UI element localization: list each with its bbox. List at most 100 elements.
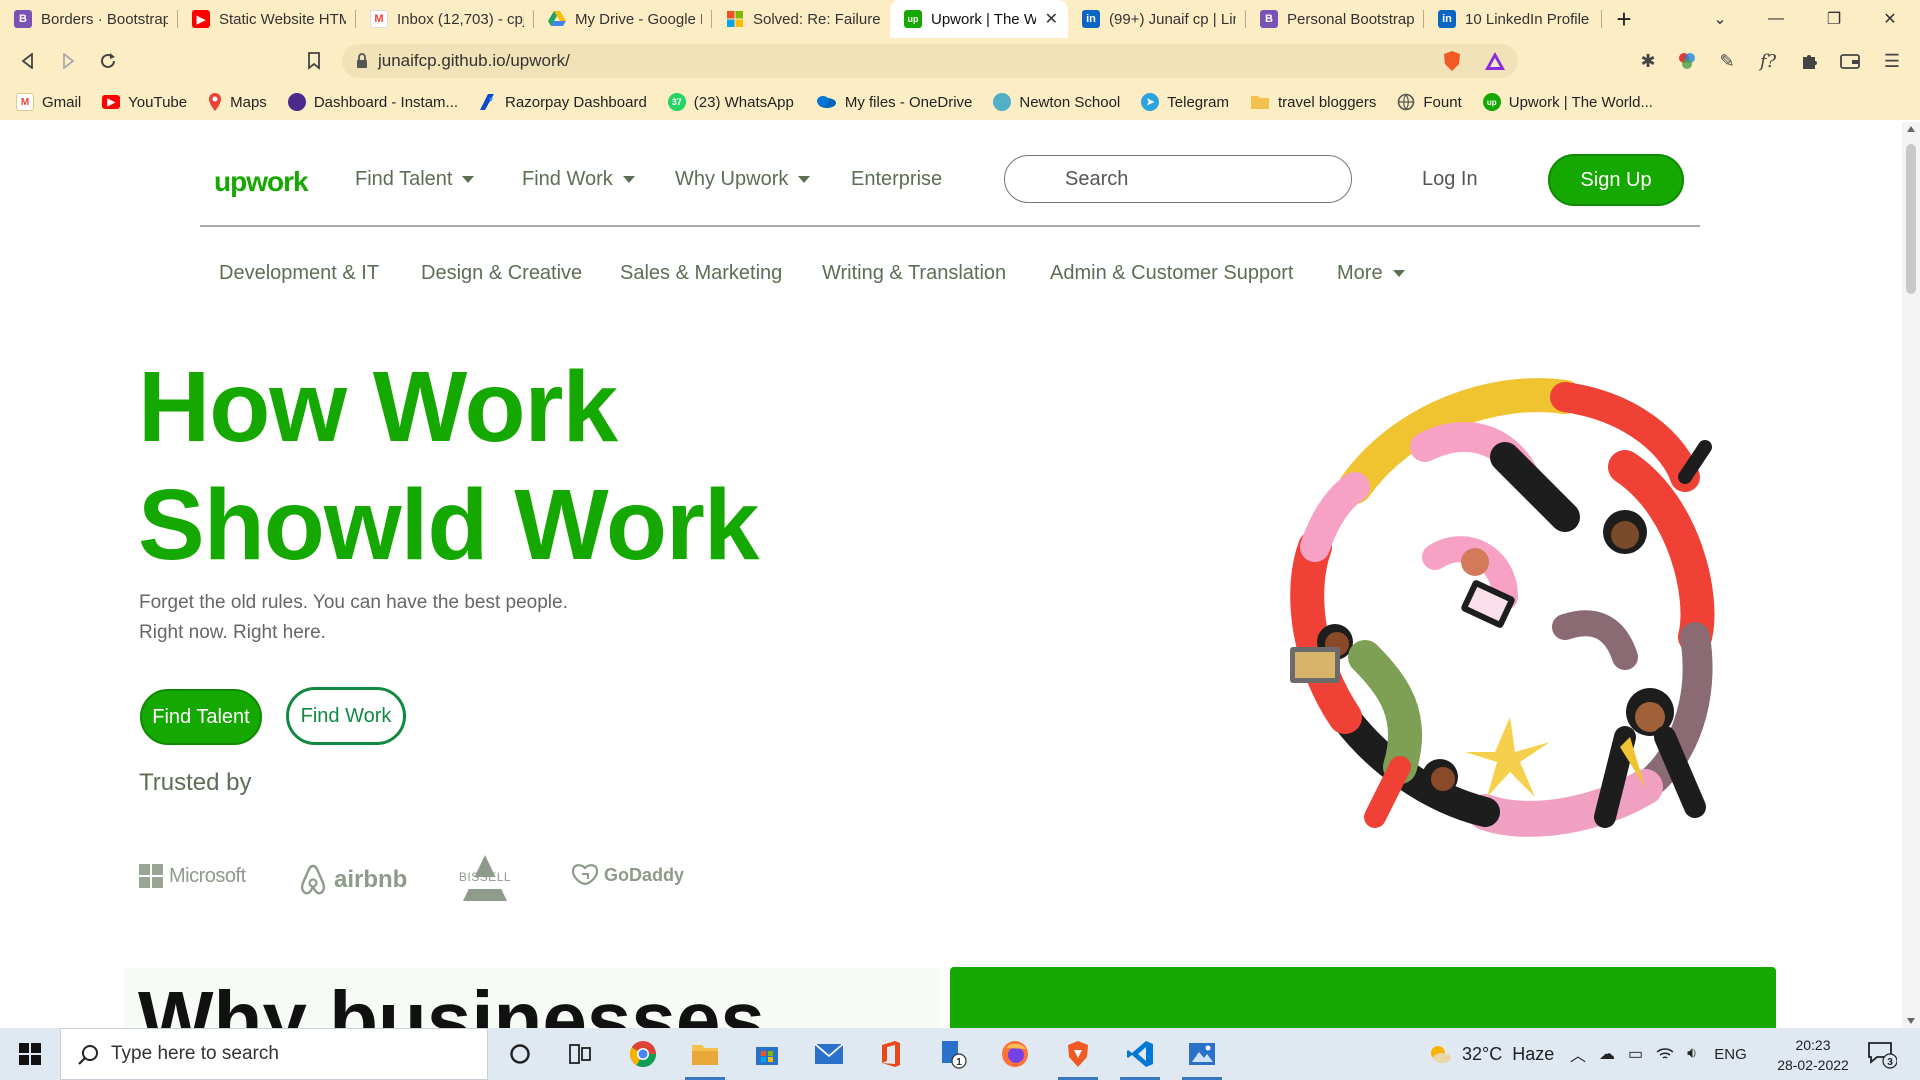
clock[interactable]: 20:23 28-02-2022	[1770, 1035, 1856, 1075]
bug-extension-icon[interactable]: ✱	[1636, 49, 1660, 73]
godaddy-icon	[572, 864, 598, 886]
linkedin-icon: in	[1438, 10, 1456, 28]
page-scrollbar[interactable]	[1902, 122, 1920, 1028]
color-picker-extension-icon[interactable]	[1675, 49, 1699, 73]
bookmark-gmail[interactable]: M Gmail	[16, 93, 81, 111]
nav-find-work[interactable]: Find Work	[522, 168, 635, 191]
wifi-icon[interactable]	[1656, 1047, 1674, 1061]
upwork-logo[interactable]: upwork	[214, 166, 309, 198]
nav-label: Enterprise	[851, 168, 943, 190]
vscode-icon[interactable]	[1124, 1038, 1156, 1070]
reload-button[interactable]	[88, 41, 128, 81]
bookmark-newton[interactable]: Newton School	[993, 93, 1120, 111]
nav-why-upwork[interactable]: Why Upwork	[675, 168, 811, 191]
show-hidden-icons-chevron-icon[interactable]: ︿	[1570, 1042, 1586, 1066]
browser-tab[interactable]: B Borders · Bootstrap	[0, 0, 178, 38]
bookmark-telegram[interactable]: ➤ Telegram	[1141, 93, 1229, 111]
scrollbar-thumb[interactable]	[1906, 144, 1916, 294]
bookmark-folder-travel[interactable]: travel bloggers	[1250, 94, 1376, 111]
close-window-button[interactable]: ✕	[1862, 0, 1918, 38]
firefox-icon[interactable]	[999, 1038, 1031, 1070]
airbnb-icon	[300, 864, 326, 895]
file-explorer-icon[interactable]	[689, 1038, 721, 1070]
browser-tab[interactable]: ▶ Static Website HTML	[178, 0, 356, 38]
task-view-icon[interactable]	[564, 1038, 596, 1070]
explorer-files-icon[interactable]: 1	[937, 1038, 969, 1070]
category-sales-marketing[interactable]: Sales & Marketing	[620, 262, 782, 285]
new-tab-button[interactable]: +	[1602, 0, 1646, 38]
bookmark-razorpay[interactable]: Razorpay Dashboard	[479, 93, 647, 111]
browser-tab-active[interactable]: up Upwork | The W ✕	[890, 0, 1068, 38]
nav-find-talent[interactable]: Find Talent	[355, 168, 475, 191]
browser-tab[interactable]: My Drive - Google D	[534, 0, 712, 38]
weather-text[interactable]: 32°C Haze	[1462, 1044, 1554, 1065]
brave-rewards-icon[interactable]	[1483, 49, 1507, 73]
minimize-button[interactable]: —	[1748, 0, 1804, 38]
extensions-puzzle-icon[interactable]	[1797, 49, 1821, 73]
linkedin-icon: in	[1082, 10, 1100, 28]
brave-icon[interactable]	[1062, 1038, 1094, 1070]
office-icon[interactable]	[875, 1038, 907, 1070]
restore-button[interactable]: ❐	[1806, 0, 1862, 38]
start-button[interactable]	[0, 1028, 60, 1080]
close-tab-icon[interactable]: ✕	[1045, 9, 1058, 29]
category-design-creative[interactable]: Design & Creative	[421, 262, 582, 285]
green-feature-panel	[950, 967, 1776, 1028]
forward-button[interactable]	[48, 41, 88, 81]
find-work-button[interactable]: Find Work	[286, 687, 406, 745]
cortana-icon[interactable]	[504, 1038, 536, 1070]
bookmark-maps[interactable]: Maps	[208, 92, 267, 112]
nav-enterprise[interactable]: Enterprise	[851, 168, 942, 191]
tab-search-chevron-icon[interactable]: ⌄	[1692, 0, 1748, 38]
bookmark-page-icon[interactable]	[294, 41, 334, 81]
youtube-icon: ▶	[192, 10, 210, 28]
bookmark-youtube[interactable]: ▶ YouTube	[102, 94, 187, 111]
caret-down-icon	[1392, 270, 1405, 277]
notifications-icon[interactable]: 3	[1866, 1038, 1898, 1070]
language-indicator[interactable]: ENG	[1714, 1046, 1747, 1063]
wallet-icon[interactable]	[1838, 49, 1862, 73]
category-more[interactable]: More	[1337, 262, 1405, 285]
photos-icon[interactable]	[1186, 1038, 1218, 1070]
browser-tab[interactable]: in 10 LinkedIn Profile	[1424, 0, 1602, 38]
taskbar-search-input[interactable]: Type here to search	[60, 1028, 488, 1080]
nav-label: Find Work	[522, 168, 613, 190]
find-talent-button[interactable]: Find Talent	[140, 689, 262, 745]
bookmark-upwork[interactable]: up Upwork | The World...	[1482, 93, 1653, 111]
microsoft-store-icon[interactable]	[751, 1038, 783, 1070]
search-input[interactable]: Search	[1004, 155, 1352, 203]
signup-button[interactable]: Sign Up	[1548, 154, 1684, 206]
mail-icon[interactable]	[813, 1038, 845, 1070]
browser-tab[interactable]: in (99+) Junaif cp | Lin	[1068, 0, 1246, 38]
bookmark-fount[interactable]: Fount	[1397, 93, 1462, 111]
onedrive-tray-icon[interactable]: ☁	[1599, 1044, 1615, 1064]
scroll-up-arrow-icon[interactable]	[1907, 126, 1915, 132]
login-link[interactable]: Log In	[1422, 168, 1478, 191]
bookmark-label: Telegram	[1167, 93, 1229, 111]
browser-tab[interactable]: M Inbox (12,703) - cpj	[356, 0, 534, 38]
category-development-it[interactable]: Development & IT	[219, 262, 379, 285]
browser-tab[interactable]: B Personal Bootstrap	[1246, 0, 1424, 38]
menu-icon[interactable]: ☰	[1880, 49, 1904, 73]
bookmark-label: Newton School	[1019, 93, 1121, 111]
back-button[interactable]	[8, 41, 48, 81]
address-bar[interactable]: junaifcp.github.io/upwork/	[342, 44, 1518, 78]
scroll-down-arrow-icon[interactable]	[1907, 1018, 1915, 1024]
eyedropper-extension-icon[interactable]: ✎	[1715, 49, 1739, 73]
onedrive-icon	[815, 95, 837, 109]
bookmark-whatsapp[interactable]: 37 (23) WhatsApp	[667, 93, 794, 111]
font-extension-icon[interactable]: f?	[1756, 49, 1780, 73]
bookmark-onedrive[interactable]: My files - OneDrive	[815, 94, 972, 111]
bookmark-instamojo[interactable]: Dashboard - Instam...	[287, 93, 458, 111]
chrome-icon[interactable]	[627, 1038, 659, 1070]
category-writing-translation[interactable]: Writing & Translation	[822, 262, 1006, 285]
brave-shield-icon[interactable]	[1440, 49, 1464, 73]
instamojo-icon	[287, 93, 306, 111]
category-admin-support[interactable]: Admin & Customer Support	[1050, 262, 1293, 285]
volume-icon[interactable]: 🔉︎	[1687, 1045, 1697, 1063]
drive-icon	[548, 10, 566, 28]
browser-tab[interactable]: Solved: Re: Failure t	[712, 0, 890, 38]
browser-toolbar: junaifcp.github.io/upwork/ ✱ ✎ f? ☰	[0, 38, 1920, 84]
battery-icon[interactable]: ▭	[1628, 1044, 1643, 1064]
upwork-icon: up	[904, 10, 922, 28]
